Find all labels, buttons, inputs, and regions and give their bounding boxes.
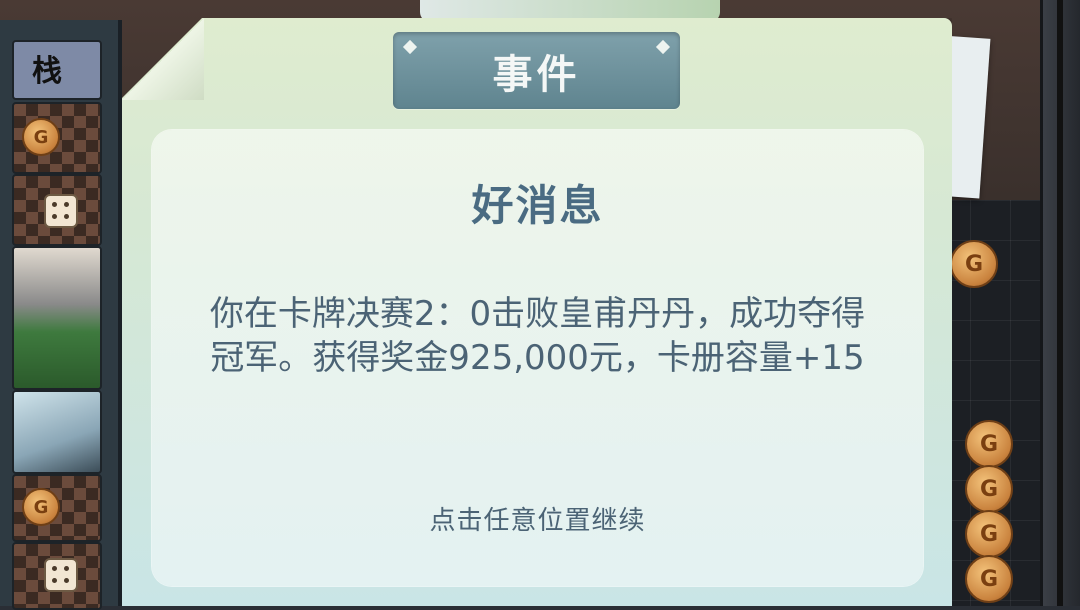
diamond-icon [655, 39, 671, 55]
card-coin[interactable]: G [12, 102, 102, 174]
dialog-title: 事件 [492, 51, 581, 98]
card-sword[interactable] [12, 390, 102, 474]
dialog-title-tab: 事件 [393, 32, 680, 109]
coin-stack-item: G [965, 555, 1013, 603]
event-message: 你在卡牌决赛2：0击败皇甫丹丹，成功夺得冠军。获得奖金925,000元，卡册容量… [209, 294, 866, 378]
coin-icon: G [965, 510, 1013, 558]
coin-icon: G [965, 465, 1013, 513]
coin-icon: G [965, 555, 1013, 603]
dice-icon [44, 194, 78, 228]
card-dice[interactable] [12, 174, 102, 246]
card-glyph[interactable]: 栈 [12, 40, 102, 100]
card-coin-2[interactable]: G [12, 474, 102, 542]
frame-rail [1057, 0, 1063, 606]
glyph-icon: 栈 [32, 54, 62, 89]
card-strip: 栈 G G [0, 20, 122, 610]
coin-stack-item: G [965, 465, 1013, 513]
right-frame [1040, 0, 1080, 606]
event-heading: 好消息 [471, 181, 604, 230]
continue-hint[interactable]: 点击任意位置继续 [152, 500, 923, 537]
coin-stack-item: G [965, 420, 1013, 468]
coin-stack-item: G [965, 510, 1013, 558]
card-dice-2[interactable] [12, 542, 102, 610]
coin-icon: G [22, 118, 60, 156]
coin-icon: G [950, 240, 998, 288]
coin-icon: G [22, 488, 60, 526]
coin-icon: G [965, 420, 1013, 468]
dialog-corner-fold [122, 18, 204, 100]
card-printer[interactable] [12, 246, 102, 390]
coin-stack-item: G [950, 240, 998, 288]
diamond-icon [402, 39, 418, 55]
dice-icon [44, 558, 78, 592]
